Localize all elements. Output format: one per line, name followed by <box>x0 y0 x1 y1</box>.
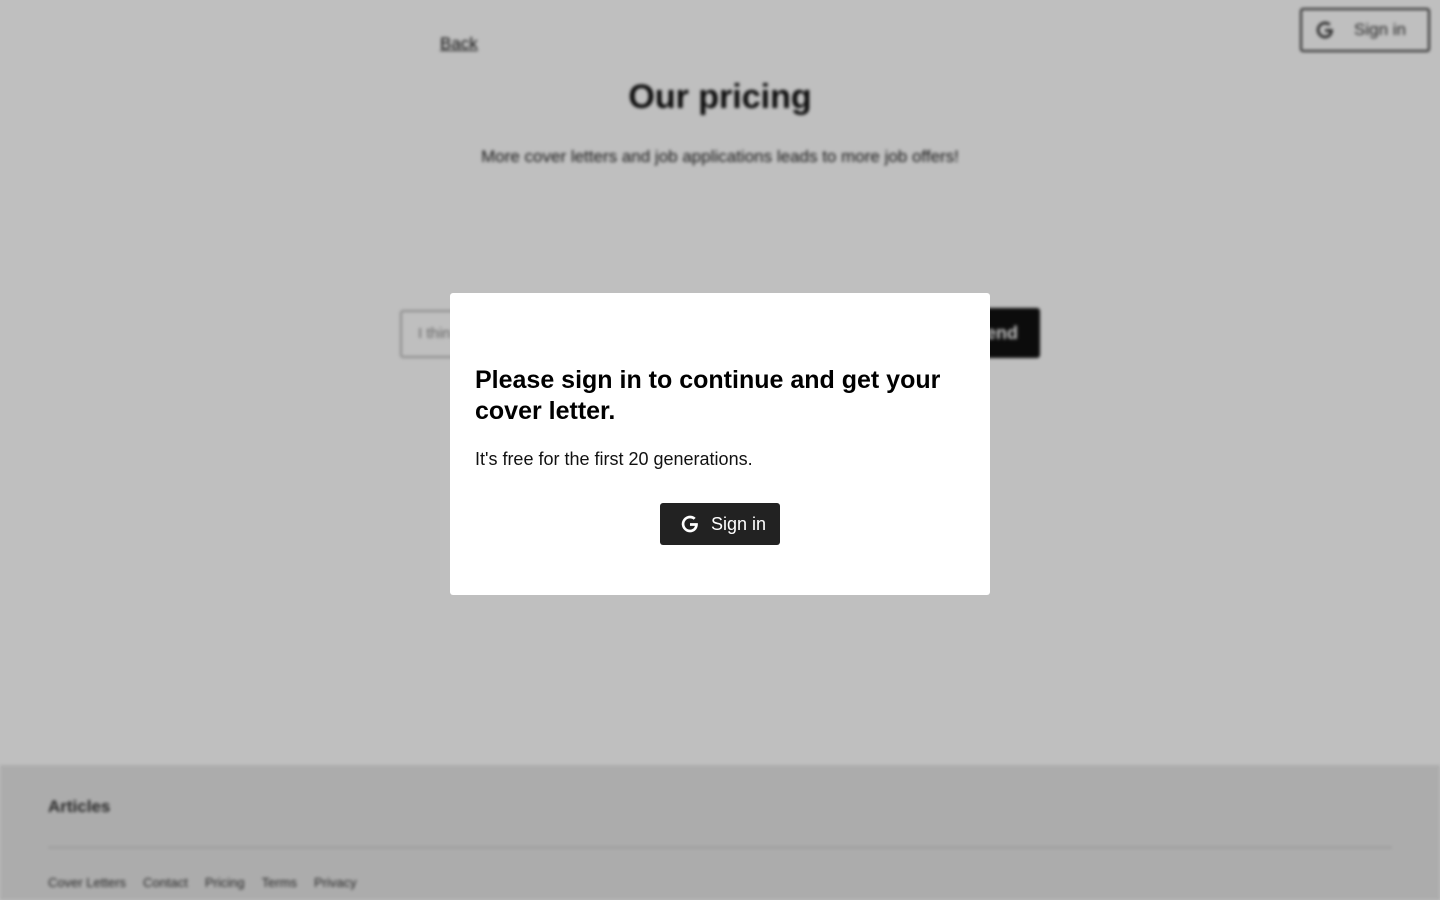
modal-title: Please sign in to continue and get your … <box>475 366 941 425</box>
modal-sign-in-button[interactable]: Sign in <box>660 503 780 545</box>
modal-sign-in-label: Sign in <box>711 513 767 534</box>
sign-in-modal: Please sign in to continue and get your … <box>450 293 990 595</box>
google-icon <box>681 515 699 533</box>
modal-text: It's free for the first 20 generations. <box>475 449 753 469</box>
page: Back Sign in Our pricing More cover lett… <box>0 0 1440 900</box>
